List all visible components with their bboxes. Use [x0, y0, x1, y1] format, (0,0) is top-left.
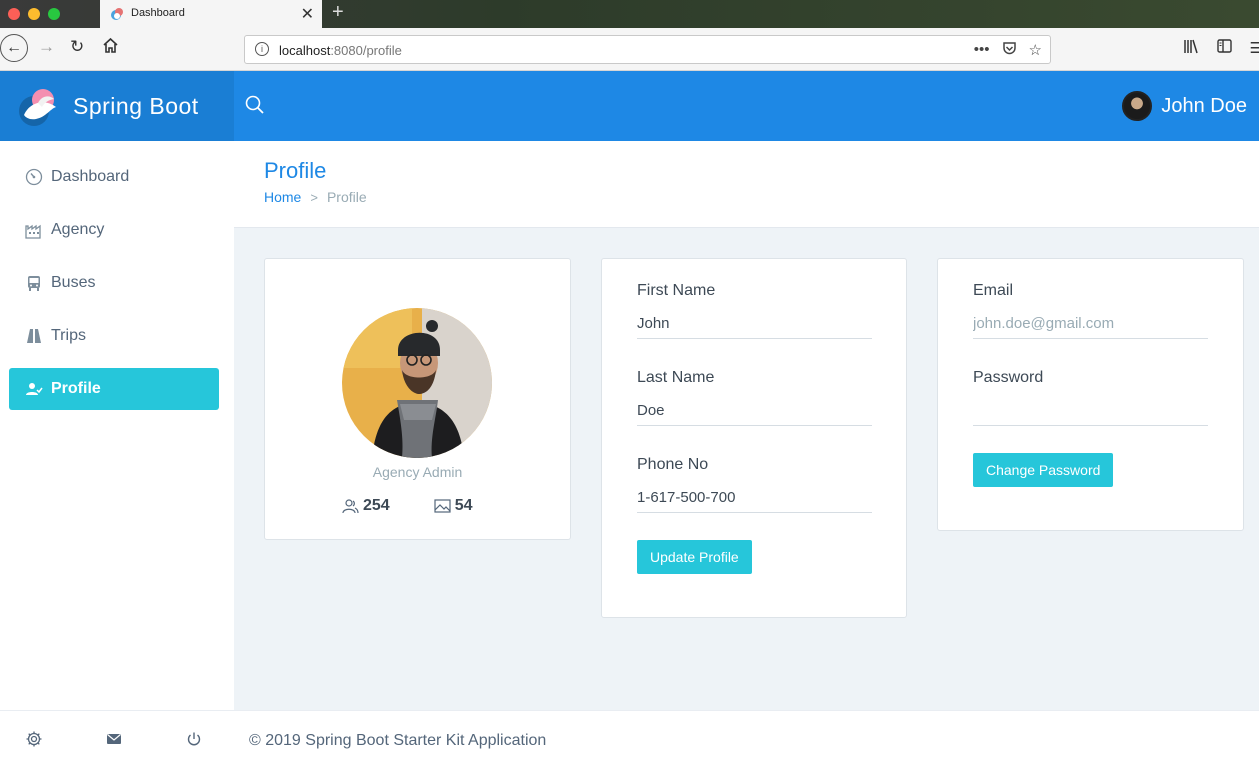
back-button[interactable]: ←	[0, 34, 28, 62]
sidebar-item-label: Agency	[51, 221, 105, 238]
home-button[interactable]	[102, 37, 119, 59]
breadcrumb-home-link[interactable]: Home	[264, 189, 301, 205]
browser-tab-strip: Dashboard ✕ +	[0, 0, 1259, 28]
password-field[interactable]	[973, 396, 1208, 426]
image-icon	[434, 498, 451, 513]
new-tab-icon[interactable]: +	[332, 1, 344, 24]
forward-button[interactable]: →	[38, 37, 55, 57]
profile-stats: 254 54	[342, 497, 473, 515]
brand-name: Spring Boot	[73, 92, 199, 119]
first-name-field[interactable]	[637, 309, 872, 339]
search-icon[interactable]	[245, 95, 265, 115]
followers-stat: 254	[342, 497, 390, 515]
breadcrumb: Home > Profile	[264, 189, 367, 205]
avatar	[1122, 91, 1153, 121]
sidebar-item-label: Trips	[51, 327, 86, 344]
tab-favicon-icon	[111, 8, 123, 20]
change-password-button[interactable]: Change Password	[973, 453, 1114, 487]
sidebar-item-label: Profile	[51, 380, 101, 397]
chevron-right-icon: >	[310, 189, 318, 205]
site-info-icon[interactable]: i	[255, 42, 269, 56]
last-name-field[interactable]	[637, 396, 872, 426]
sidebar-item-trips[interactable]: Trips	[9, 315, 219, 357]
library-icon[interactable]	[1183, 39, 1199, 58]
first-name-label: First Name	[637, 282, 716, 299]
sidebar-item-label: Dashboard	[51, 168, 130, 185]
bus-icon	[25, 274, 43, 292]
sidebar-item-profile[interactable]: Profile	[9, 368, 219, 410]
home-icon	[103, 37, 118, 53]
page-actions-icon[interactable]: •••	[974, 41, 990, 60]
email-label: Email	[973, 282, 1014, 299]
page-title: Profile	[264, 158, 327, 183]
sidebar-item-dashboard[interactable]: Dashboard	[9, 156, 219, 198]
tab-title: Dashboard	[131, 7, 185, 19]
profile-details-card: First Name Last Name Phone No Update Pro…	[601, 258, 907, 618]
page-header: Profile Home > Profile	[234, 141, 1259, 228]
close-window-button[interactable]	[8, 8, 20, 20]
mail-icon[interactable]	[105, 730, 123, 748]
browser-toolbar: ← → ↻ i localhost:8080/profile ••• ☆ ☰	[0, 28, 1259, 71]
profile-photo	[342, 308, 492, 458]
url-text[interactable]: localhost:8080/profile	[279, 43, 402, 58]
gear-icon[interactable]	[25, 730, 43, 748]
user-check-icon	[25, 380, 43, 398]
update-profile-button[interactable]: Update Profile	[637, 540, 752, 574]
menu-icon[interactable]: ☰	[1250, 39, 1259, 58]
maximize-window-button[interactable]	[48, 8, 60, 20]
password-label: Password	[973, 369, 1044, 386]
profile-summary-card: Agency Admin 254 54	[264, 258, 571, 540]
sidebar: Dashboard Agency Buses Trips Profile	[0, 141, 234, 767]
reload-button[interactable]: ↻	[70, 37, 84, 57]
sidebar-footer	[0, 710, 234, 767]
app-header: Spring Boot John Doe	[0, 71, 1259, 141]
user-name: John Doe	[1161, 94, 1247, 117]
phone-field[interactable]	[637, 483, 872, 513]
sidebar-item-buses[interactable]: Buses	[9, 262, 219, 304]
sidebar-toggle-icon[interactable]	[1216, 39, 1232, 58]
pocket-icon[interactable]	[1002, 41, 1017, 60]
factory-icon	[25, 221, 43, 239]
sidebar-item-agency[interactable]: Agency	[9, 209, 219, 251]
brand[interactable]: Spring Boot	[0, 71, 234, 141]
minimize-window-button[interactable]	[28, 8, 40, 20]
photos-count: 54	[454, 497, 473, 514]
brand-logo-icon	[16, 83, 62, 129]
user-role: Agency Admin	[372, 464, 463, 480]
browser-tab[interactable]: Dashboard ✕	[100, 0, 322, 28]
page-footer: © 2019 Spring Boot Starter Kit Applicati…	[234, 710, 1259, 767]
copyright-text: © 2019 Spring Boot Starter Kit Applicati…	[249, 732, 547, 749]
close-tab-icon[interactable]: ✕	[301, 4, 314, 24]
user-menu[interactable]: John Doe	[1122, 91, 1247, 121]
bookmark-star-icon[interactable]: ☆	[1029, 41, 1042, 60]
sidebar-item-label: Buses	[51, 274, 96, 291]
account-card: Email Password Change Password	[937, 258, 1244, 531]
users-icon	[342, 498, 359, 513]
speedometer-icon	[25, 168, 43, 186]
power-icon[interactable]	[185, 730, 203, 748]
followers-count: 254	[363, 497, 390, 514]
phone-label: Phone No	[637, 456, 709, 473]
last-name-label: Last Name	[637, 369, 715, 386]
breadcrumb-current: Profile	[326, 189, 367, 205]
road-icon	[25, 327, 43, 345]
email-field[interactable]	[973, 309, 1208, 339]
address-bar[interactable]: i localhost:8080/profile ••• ☆	[244, 35, 1051, 64]
photos-stat: 54	[434, 497, 473, 515]
